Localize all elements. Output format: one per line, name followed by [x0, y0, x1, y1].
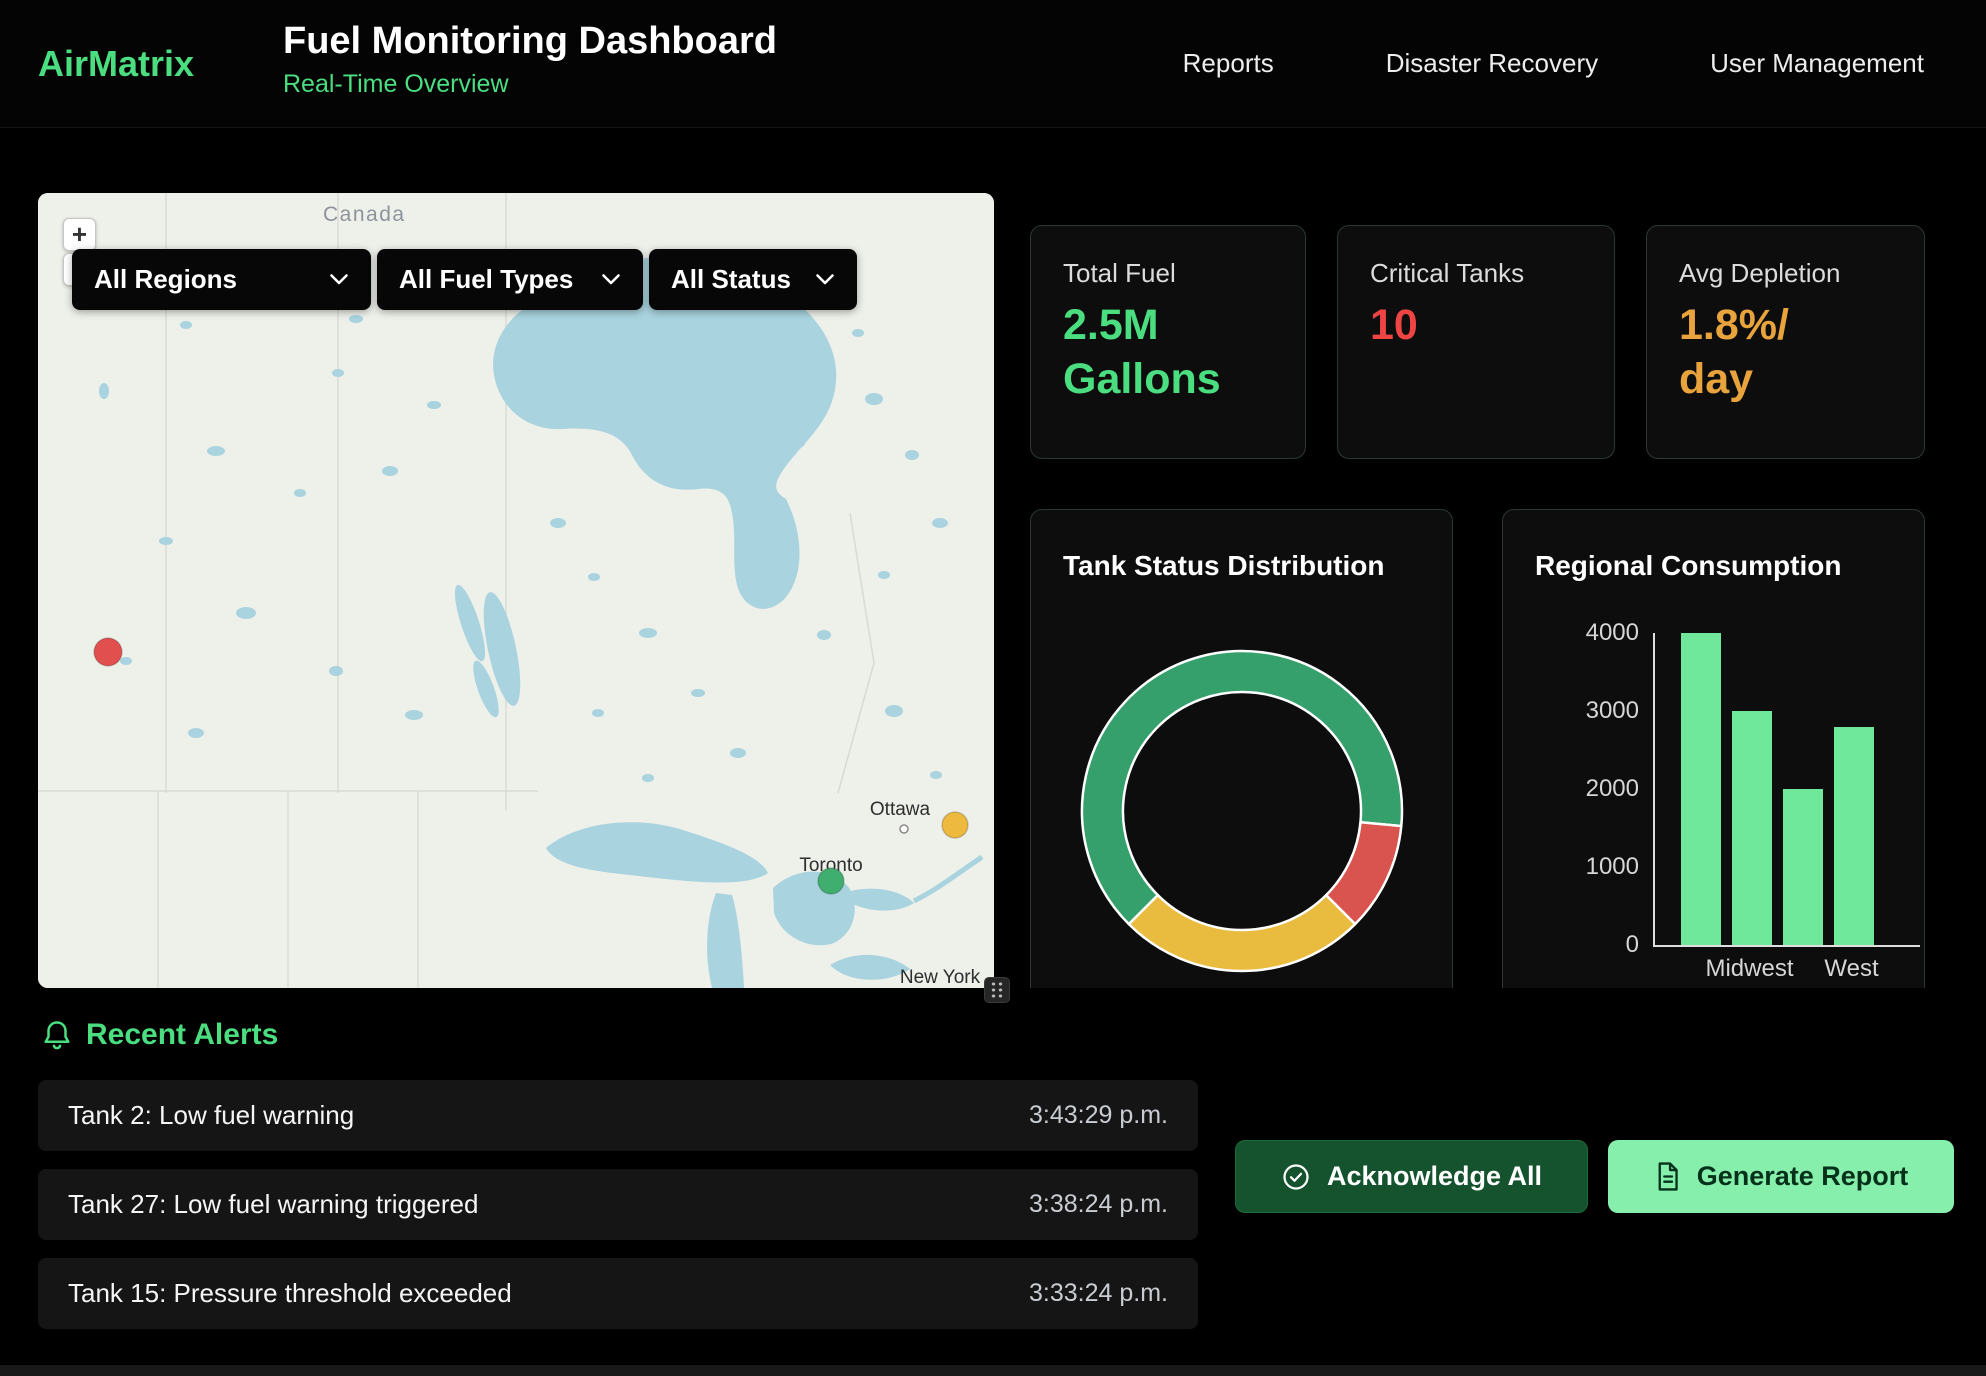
map-label-country: Canada [323, 203, 406, 226]
y-axis-tick: 2000 [1513, 775, 1639, 803]
map-city-dot [900, 825, 908, 833]
filter-label: All Fuel Types [399, 264, 573, 295]
document-icon [1654, 1161, 1681, 1192]
acknowledge-all-button[interactable]: Acknowledge All [1235, 1140, 1588, 1213]
stat-card-total-fuel: Total Fuel 2.5MGallons [1030, 225, 1306, 459]
tank-status-donut-chart [1031, 510, 1454, 1030]
stat-value: 1.8%/day [1679, 299, 1892, 407]
stat-value: 2.5MGallons [1063, 299, 1273, 407]
bar [1834, 727, 1874, 945]
alert-row[interactable]: Tank 2: Low fuel warning 3:43:29 p.m. [38, 1080, 1198, 1151]
regional-consumption-card: Regional Consumption 01000200030004000Mi… [1502, 509, 1925, 1029]
generate-report-button[interactable]: Generate Report [1608, 1140, 1954, 1213]
y-axis-tick: 0 [1513, 931, 1639, 959]
filter-all-regions[interactable]: All Regions [72, 249, 371, 310]
alert-timestamp: 3:38:24 p.m. [1029, 1190, 1168, 1219]
map-marker-warning[interactable] [942, 812, 968, 838]
stat-card-avg-depletion: Avg Depletion 1.8%/day [1646, 225, 1925, 459]
bar-plot-area [1653, 633, 1920, 947]
alert-row[interactable]: Tank 15: Pressure threshold exceeded 3:33… [38, 1258, 1198, 1329]
regional-consumption-bar-chart: 0 1000 2000 3000 4000 MidwestWest [1503, 510, 1924, 1028]
stat-label: Total Fuel [1063, 258, 1273, 289]
map-resize-handle[interactable] [984, 977, 1010, 1003]
filter-label: All Status [671, 264, 791, 295]
nav-item-reports[interactable]: Reports [1183, 48, 1274, 79]
recent-alerts-panel: Recent Alerts Tank 2: Low fuel warning3:… [0, 988, 1986, 1365]
filter-all-status[interactable]: All Status [649, 249, 857, 310]
donut-segment-warning [1129, 895, 1355, 971]
check-circle-icon [1281, 1162, 1311, 1192]
alert-message: Tank 15: Pressure threshold exceeded [68, 1278, 512, 1309]
alert-message: Tank 2: Low fuel warning [68, 1100, 354, 1131]
y-axis-tick: 1000 [1513, 853, 1639, 881]
chevron-down-icon [601, 273, 621, 286]
map-panel[interactable]: Canada Ottawa Toronto New York + − All R… [38, 193, 994, 988]
map-label-ottawa: Ottawa [870, 799, 931, 820]
stat-label: Avg Depletion [1679, 258, 1892, 289]
x-axis-tick: Midwest [1700, 955, 1800, 983]
drag-dots-icon [990, 981, 1004, 999]
alert-message: Tank 27: Low fuel warning triggered [68, 1189, 478, 1220]
stat-label: Critical Tanks [1370, 258, 1582, 289]
filter-label: All Regions [94, 264, 237, 295]
tank-status-card: Tank Status Distribution [1030, 509, 1453, 1029]
generate-report-label: Generate Report [1697, 1161, 1909, 1192]
footer-strip [0, 1365, 1986, 1376]
alert-row[interactable]: Tank 27: Low fuel warning triggered 3:38:… [38, 1169, 1198, 1240]
bar [1681, 633, 1721, 945]
fuel-monitoring-dashboard: AirMatrix Fuel Monitoring Dashboard Real… [0, 0, 1986, 1376]
nav-item-user-management[interactable]: User Management [1710, 48, 1924, 79]
map-label-new-york: New York [900, 967, 981, 988]
bar [1732, 711, 1772, 945]
map-zoom-in-button[interactable]: + [63, 218, 96, 251]
acknowledge-all-label: Acknowledge All [1327, 1161, 1542, 1192]
brand-logo[interactable]: AirMatrix [38, 43, 194, 85]
alert-timestamp: 3:43:29 p.m. [1029, 1101, 1168, 1130]
stat-card-critical-tanks: Critical Tanks 10 [1337, 225, 1615, 459]
map-canvas[interactable]: Canada Ottawa Toronto New York [38, 193, 994, 988]
map-filter-bar: All Regions All Fuel Types All Status [72, 249, 857, 310]
page-title: Fuel Monitoring Dashboard [283, 20, 777, 63]
y-axis-tick: 4000 [1513, 619, 1639, 647]
chevron-down-icon [815, 273, 835, 286]
header: AirMatrix Fuel Monitoring Dashboard Real… [0, 0, 1986, 128]
title-block: Fuel Monitoring Dashboard Real-Time Over… [283, 20, 777, 99]
header-nav: Reports Disaster Recovery User Management [1183, 0, 1924, 127]
map-marker-normal[interactable] [818, 868, 844, 894]
x-axis-tick: West [1802, 955, 1902, 983]
stat-value: 10 [1370, 299, 1582, 353]
page-subtitle: Real-Time Overview [283, 70, 777, 99]
bar [1783, 789, 1823, 945]
alert-timestamp: 3:33:24 p.m. [1029, 1279, 1168, 1308]
y-axis-tick: 3000 [1513, 697, 1639, 725]
map-marker-critical[interactable] [94, 638, 122, 666]
nav-item-disaster-recovery[interactable]: Disaster Recovery [1386, 48, 1598, 79]
filter-all-fuel-types[interactable]: All Fuel Types [377, 249, 643, 310]
chevron-down-icon [329, 273, 349, 286]
